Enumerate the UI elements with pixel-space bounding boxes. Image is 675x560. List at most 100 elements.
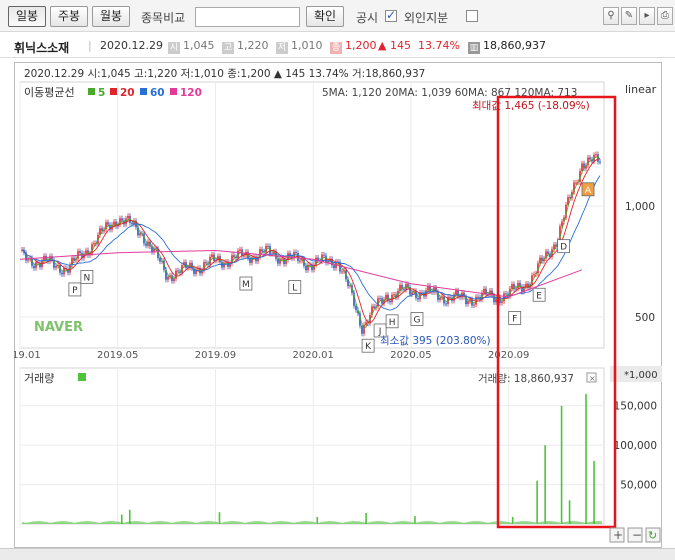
foreign-checkbox[interactable] — [466, 10, 478, 22]
candle-body — [305, 265, 307, 271]
candle-body — [393, 294, 395, 296]
candle-body — [33, 265, 35, 269]
time-tick-label: 2019.05 — [97, 350, 138, 361]
volume-bar — [114, 521, 116, 524]
daily-button[interactable]: 일봉 — [8, 6, 46, 27]
volume-bar — [304, 521, 306, 524]
chart-canvas[interactable]: 2020.12.29 시:1,045 고:1,220 저:1,010 종:1,2… — [0, 62, 662, 548]
volume-bar — [36, 521, 38, 524]
volume-title: 거래량 — [24, 372, 54, 385]
volume-bar — [54, 521, 56, 524]
volume-bar — [452, 521, 454, 524]
candle-body — [177, 270, 179, 272]
volume-bar — [390, 522, 392, 524]
volume-bar — [26, 522, 28, 524]
candle-body — [533, 274, 535, 276]
marker-label: A — [585, 186, 592, 196]
candle-body — [61, 272, 63, 275]
volume-bar — [326, 521, 328, 524]
volume-bar — [124, 522, 126, 524]
volume-bar — [362, 522, 364, 524]
marker-d[interactable]: D — [557, 239, 570, 254]
candle-body — [211, 254, 213, 257]
marker-n[interactable]: N — [80, 270, 94, 284]
volume-bar — [268, 522, 270, 524]
print-icon[interactable]: ⎙ — [657, 7, 673, 25]
volume-bar — [298, 521, 300, 524]
volume-bar — [76, 522, 78, 524]
volume-bar — [560, 405, 563, 524]
volume-bar — [534, 522, 536, 524]
volume-bar — [302, 521, 304, 524]
volume-bar — [544, 445, 546, 524]
volume-bar — [122, 522, 124, 524]
ma-legend-title: 이동평균선 — [24, 86, 75, 99]
volume-bar — [206, 521, 208, 524]
disclosure-checkbox[interactable] — [385, 8, 397, 22]
marker-l[interactable]: L — [288, 280, 302, 294]
volume-bar — [308, 521, 310, 524]
marker-h[interactable]: H — [385, 314, 399, 329]
toolbar: 일봉 주봉 월봉 종목비교 확인 공시 외인지분 ⚲ ✎ ▸ ⎙ — [0, 0, 675, 32]
compare-input[interactable] — [195, 7, 300, 27]
marker-a[interactable]: A — [581, 182, 595, 197]
volume-bar — [248, 521, 250, 524]
candle-body — [121, 218, 123, 221]
volume-bar — [350, 521, 352, 524]
candle-body — [299, 260, 301, 262]
volume-bar — [528, 521, 530, 524]
volume-bar — [144, 522, 146, 524]
candle-body — [107, 222, 109, 225]
marker-m[interactable]: M — [239, 276, 253, 291]
volume-bar — [458, 521, 460, 524]
change-value: ▲ 145 — [378, 39, 411, 52]
monthly-button[interactable]: 월봉 — [92, 6, 130, 27]
confirm-button[interactable]: 확인 — [306, 6, 344, 27]
candle-body — [595, 154, 597, 156]
candle-body — [243, 255, 245, 257]
candle-body — [139, 233, 141, 236]
volume-bar — [100, 522, 102, 524]
volume-bar — [488, 522, 490, 524]
volume-value: ▥ 18,860,937 — [468, 39, 546, 54]
marker-p[interactable]: P — [68, 282, 82, 297]
stock-chart[interactable]: 2020.12.29 시:1,045 고:1,220 저:1,010 종:1,2… — [0, 62, 662, 548]
marker-g[interactable]: G — [410, 312, 424, 326]
volume-bar — [330, 521, 332, 524]
volume-bar — [316, 516, 319, 524]
marker-e[interactable]: E — [532, 287, 546, 302]
candle-body — [505, 293, 507, 295]
volume-bar — [96, 522, 98, 524]
scale-label[interactable]: linear — [625, 83, 657, 96]
pencil-icon[interactable]: ✎ — [621, 7, 637, 25]
volume-bar — [88, 521, 90, 524]
volume-bar — [354, 521, 356, 524]
change-pct: 13.74% — [418, 39, 460, 52]
candle-body — [473, 304, 475, 306]
volume-bar — [188, 521, 190, 524]
cursor-icon[interactable]: ▸ — [639, 7, 655, 25]
weekly-button[interactable]: 주봉 — [50, 6, 88, 27]
volume-bar — [530, 521, 532, 524]
volume-bar — [60, 521, 62, 524]
marker-f[interactable]: F — [508, 311, 522, 325]
volume-bar — [572, 521, 574, 524]
price-tick-label: 1,000 — [625, 201, 655, 213]
ma120-swatch — [170, 88, 177, 95]
stock-name: 휘닉스소재 — [14, 41, 70, 55]
close-value: 종 1,200 — [330, 39, 377, 54]
volume-bar — [44, 521, 46, 524]
volume-bar — [204, 521, 206, 524]
volume-bar — [28, 522, 30, 524]
marker-k[interactable]: K — [361, 338, 375, 353]
marker-label: G — [413, 315, 420, 325]
volume-bar — [102, 521, 104, 524]
volume-bar — [432, 521, 434, 524]
pin-icon[interactable]: ⚲ — [603, 7, 619, 25]
volume-bar — [68, 521, 70, 524]
close-badge: 종 — [330, 42, 342, 54]
volume-bar — [252, 521, 254, 524]
volume-bar — [92, 521, 94, 524]
volume-bar — [274, 521, 276, 524]
volume-bar — [264, 521, 266, 524]
